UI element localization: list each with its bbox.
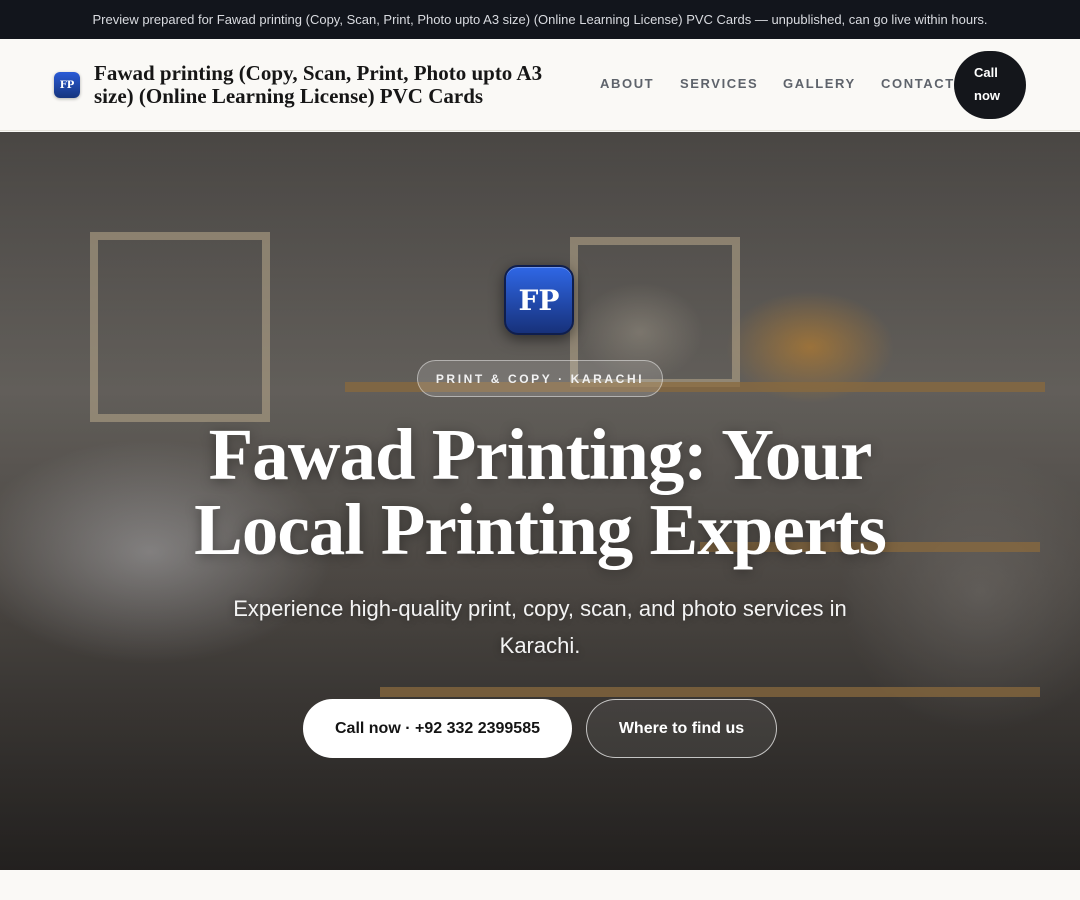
hero-section: FP PRINT & COPY · KARACHI Fawad Printing… — [0, 132, 1080, 870]
nav-gallery[interactable]: GALLERY — [783, 76, 856, 91]
header-call-button[interactable]: Call now — [954, 51, 1026, 119]
preview-banner: Preview prepared for Fawad printing (Cop… — [0, 0, 1080, 39]
site-title[interactable]: Fawad printing (Copy, Scan, Print, Photo… — [94, 62, 584, 108]
hero-content: FP PRINT & COPY · KARACHI Fawad Printing… — [0, 132, 1080, 870]
where-to-find-us-button[interactable]: Where to find us — [586, 699, 777, 758]
nav-about[interactable]: ABOUT — [600, 76, 654, 91]
header-call-label-line1: Call — [974, 65, 998, 80]
hero-logo-icon: FP — [504, 265, 574, 335]
hero-title: Fawad Printing: Your Local Printing Expe… — [194, 414, 887, 570]
hero-eyebrow-badge: PRINT & COPY · KARACHI — [417, 360, 663, 397]
logo-icon[interactable]: FP — [54, 72, 80, 98]
hero-subtitle: Experience high-quality print, copy, sca… — [233, 596, 847, 658]
nav-contact[interactable]: CONTACT — [881, 76, 955, 91]
call-now-button[interactable]: Call now · +92 332 2399585 — [303, 699, 572, 758]
site-header: FP Fawad printing (Copy, Scan, Print, Ph… — [0, 39, 1080, 131]
nav-services[interactable]: SERVICES — [680, 76, 758, 91]
header-call-label-line2: now — [974, 88, 1000, 103]
preview-banner-text: Preview prepared for Fawad printing (Cop… — [92, 12, 988, 27]
